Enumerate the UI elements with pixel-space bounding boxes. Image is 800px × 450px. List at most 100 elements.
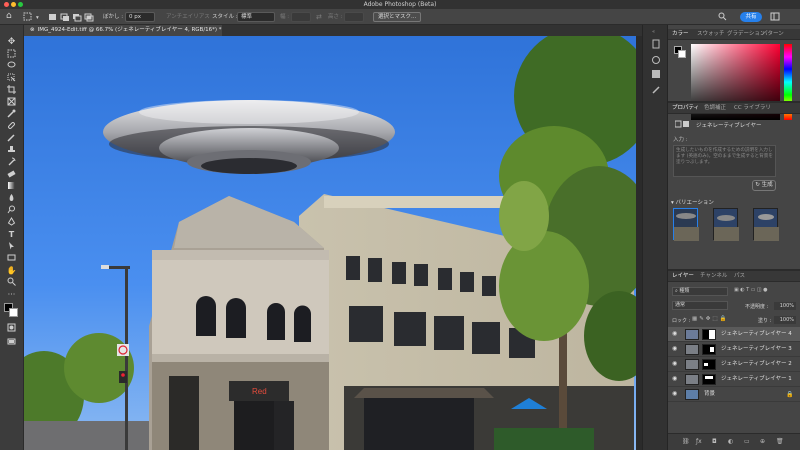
variation-thumb-1[interactable] [673,208,699,241]
adjustments-panel-icon[interactable] [651,69,661,81]
subtract-selection-icon[interactable] [72,11,82,22]
tab-gradients[interactable]: グラデーション [727,29,765,40]
adjustment-layer-icon[interactable]: ◐ [728,438,733,445]
layer-mask-thumbnail [702,374,716,385]
generate-button[interactable]: ↻ 生成 [752,180,776,191]
antialias-checkbox[interactable]: アンチエイリアス [166,12,210,22]
layer-row[interactable]: ◉ ジェネレーティブレイヤー 3 [668,342,800,357]
link-layers-icon[interactable]: ⛓ [682,438,690,445]
history-panel-icon[interactable] [651,39,661,51]
search-icon[interactable] [718,12,727,22]
add-selection-icon[interactable] [60,11,70,21]
background-color-swatch[interactable] [9,308,18,317]
new-selection-icon[interactable] [48,11,58,21]
lock-icons[interactable]: ▦✎✥⬚🔒 [692,316,728,322]
layer-row[interactable]: ◉ 背景 🔒 [668,387,800,402]
visibility-eye-icon[interactable]: ◉ [672,345,677,352]
layer-name: ジェネレーティブレイヤー 4 [721,331,792,337]
type-tool-icon[interactable]: T [6,229,17,240]
frame-tool-icon[interactable] [6,97,17,108]
eraser-tool-icon[interactable] [6,169,17,180]
fill-input[interactable]: 100% [774,316,796,324]
blur-tool-icon[interactable] [6,193,17,204]
layer-row[interactable]: ◉ ジェネレーティブレイヤー 4 [668,327,800,342]
layer-name: ジェネレーティブレイヤー 1 [721,376,792,382]
visibility-eye-icon[interactable]: ◉ [672,390,677,397]
healing-brush-tool-icon[interactable] [6,121,17,132]
share-button[interactable]: 共有 [740,12,762,22]
layer-mask-thumbnail [702,344,716,355]
feather-input[interactable]: 0 px [125,12,155,22]
tab-swatches[interactable]: スウォッチ [697,29,725,40]
new-layer-icon[interactable]: ⊕ [760,438,765,445]
layer-filter-icons[interactable]: ▣◐T▭◫● [734,287,769,293]
dodge-tool-icon[interactable] [6,205,17,216]
marquee-tool-icon[interactable] [6,49,17,60]
visibility-eye-icon[interactable]: ◉ [672,375,677,382]
screen-mode-icon[interactable] [6,337,17,348]
style-select[interactable]: 標準 [237,12,275,22]
add-mask-icon[interactable]: ◘ [712,438,717,445]
crop-tool-icon[interactable] [6,85,17,96]
layer-kind-filter[interactable]: ⌕ 種類 [672,287,728,296]
hand-tool-icon[interactable]: ✋ [6,265,17,276]
eyedropper-tool-icon[interactable] [6,109,17,120]
select-and-mask-button[interactable]: 選択とマスク... [373,12,422,22]
path-selection-tool-icon[interactable] [6,241,17,252]
chevron-down-icon[interactable]: ▾ [36,13,39,23]
tab-channels[interactable]: チャンネル [700,271,727,282]
swap-icon[interactable]: ⇄ [316,12,322,22]
home-icon[interactable]: ⌂ [6,12,12,22]
variations-label: バリエーション [675,200,714,206]
tab-paths[interactable]: パス [734,271,745,282]
tab-layers[interactable]: レイヤー [672,271,694,282]
opacity-input[interactable]: 100% [774,302,796,310]
document-tab-title: IMG_4924-Edit.tiff @ 66.7% (ジェネレーティブレイヤー… [37,27,222,33]
workspace-icon[interactable] [770,11,780,21]
history-brush-tool-icon[interactable] [6,157,17,168]
pen-tool-icon[interactable] [6,217,17,228]
visibility-eye-icon[interactable]: ◉ [672,330,677,337]
brush-settings-icon[interactable] [651,85,661,97]
tab-cc-libraries[interactable]: CC ライブラリ [734,103,771,114]
document-canvas[interactable]: Red [24,36,636,450]
variation-thumb-2[interactable] [713,208,739,241]
layer-row[interactable]: ◉ ジェネレーティブレイヤー 1 [668,372,800,387]
layer-style-icon[interactable]: ƒx [696,438,702,445]
move-tool-icon[interactable]: ✥ [6,37,17,48]
object-select-tool-icon[interactable] [6,73,17,84]
width-input[interactable] [291,12,311,22]
color-bg-swatch[interactable] [678,50,686,58]
tab-properties[interactable]: プロパティ [672,103,699,114]
variations-toggle[interactable]: ▾ バリエーション [671,198,714,206]
rect-marquee-tool-icon[interactable] [22,11,34,21]
tab-patterns[interactable]: パターン [762,29,784,40]
blend-mode-select[interactable]: 通常 [672,301,728,310]
layer-row[interactable]: ◉ ジェネレーティブレイヤー 2 [668,357,800,372]
tab-color[interactable]: カラー [672,29,689,40]
variation-thumb-3[interactable] [753,208,779,241]
more-tools-icon[interactable]: ··· [6,289,17,300]
gradient-tool-icon[interactable] [6,181,17,192]
brush-tool-icon[interactable] [6,133,17,144]
quick-mask-icon[interactable] [6,323,17,334]
layer-name: ジェネレーティブレイヤー 2 [721,361,792,367]
close-tab-icon[interactable]: ⊗ [30,27,35,33]
app-title: Adobe Photoshop (Beta) [363,1,437,8]
intersect-selection-icon[interactable] [84,11,94,22]
tab-adjustments[interactable]: 色調補正 [704,103,726,114]
rectangle-tool-icon[interactable] [6,253,17,264]
new-group-icon[interactable]: ▭ [744,438,750,445]
properties-panel-icon[interactable] [651,55,661,67]
style-label: スタイル : [212,14,238,20]
lasso-tool-icon[interactable] [6,61,17,72]
zoom-tool-icon[interactable] [6,277,17,288]
visibility-eye-icon[interactable]: ◉ [672,360,677,367]
clone-stamp-tool-icon[interactable] [6,145,17,156]
trash-icon[interactable]: 🗑 [776,438,784,445]
height-input[interactable] [344,12,364,22]
layers-footer: ⛓ ƒx ◘ ◐ ▭ ⊕ 🗑 [668,433,800,450]
prompt-textarea[interactable]: 生成したいものを作成するための説明を入力します (英語のみ)。空のままで生成する… [673,145,776,177]
collapse-icon[interactable]: « [652,29,655,35]
document-tab[interactable]: ⊗ IMG_4924-Edit.tiff @ 66.7% (ジェネレーティブレイヤ… [24,25,222,36]
